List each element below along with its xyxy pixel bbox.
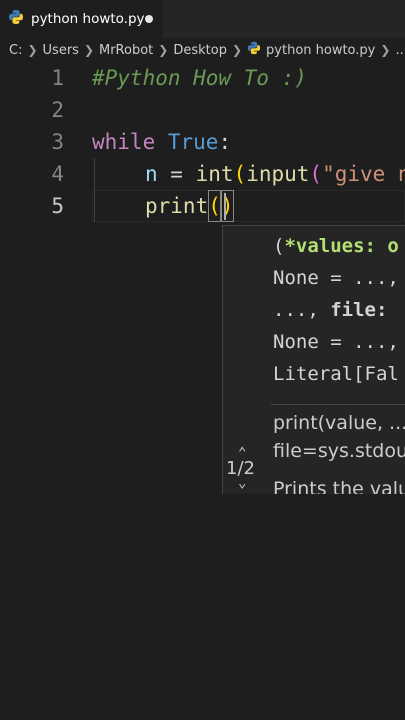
signature-line: None = ..., [273, 267, 399, 289]
code-line-5[interactable]: print() [145, 190, 234, 222]
breadcrumb-desktop[interactable]: Desktop [173, 43, 227, 58]
variable-token: n [145, 162, 158, 186]
doc-line: Prints the value [273, 478, 405, 494]
python-file-icon [8, 9, 24, 29]
bracket-token: ( [233, 162, 247, 186]
line-number: 3 [51, 130, 64, 154]
signature-line: Literal[Fal [273, 363, 399, 385]
close-paren-token: ) [220, 190, 234, 222]
divider [271, 404, 405, 405]
function-token: int [195, 162, 234, 186]
keyword-token: while [92, 130, 156, 154]
editor-tab-python-howto[interactable]: python howto.py [0, 0, 163, 38]
breadcrumb-mrrobot[interactable]: MrRobot [99, 43, 153, 58]
breadcrumb-drive[interactable]: C: [9, 43, 22, 58]
bracket-token: ( [309, 162, 323, 186]
breadcrumb-users[interactable]: Users [43, 43, 79, 58]
constant-token: True [167, 130, 219, 154]
breadcrumb-filename: python howto.py [266, 42, 376, 58]
doc-line: print(value, ... [273, 412, 405, 434]
unsaved-dot-icon[interactable] [145, 15, 153, 23]
text-cursor [224, 193, 226, 220]
code-line-1[interactable]: #Python How To :) [92, 62, 307, 94]
sig-paren: ( [273, 235, 285, 257]
function-token: input [246, 162, 310, 186]
tab-filename: python howto.py [31, 11, 145, 27]
code-line-4[interactable]: n = int(input("give n [145, 158, 405, 190]
chevron-right-icon: ❯ [83, 43, 94, 57]
breadcrumb-file[interactable]: python howto.py [247, 41, 375, 59]
signature-line: (*values: o [273, 230, 399, 262]
line-number: 1 [51, 66, 64, 90]
line-number-active: 5 [51, 194, 64, 218]
string-token: "give n [322, 162, 405, 186]
breadcrumb-more[interactable]: ... [395, 43, 405, 58]
doc-line: file=sys.stdout [273, 440, 405, 462]
signature-nav: ⌃ 1/2 ⌄ [223, 226, 271, 494]
chevron-right-icon: ❯ [27, 43, 38, 57]
chevron-right-icon: ❯ [158, 43, 169, 57]
open-paren-token: ( [208, 190, 221, 222]
signature-help-popup[interactable]: ⌃ 1/2 ⌄ (*values: o None = ..., ..., fil… [222, 225, 405, 494]
sig-param-file: file: [330, 299, 388, 321]
signature-line: ..., file: [273, 294, 387, 326]
function-token: print [145, 194, 209, 218]
line-number: 4 [51, 162, 64, 186]
chevron-right-icon: ❯ [380, 43, 391, 57]
python-file-icon [247, 41, 261, 59]
editor-tab-bar: python howto.py [0, 0, 405, 38]
breadcrumb: C: ❯ Users ❯ MrRobot ❯ Desktop ❯ python … [0, 38, 405, 62]
operator-token: = [157, 162, 196, 186]
chevron-right-icon: ❯ [231, 43, 243, 57]
signature-line: None = ..., [273, 331, 399, 353]
line-number: 2 [51, 98, 64, 122]
active-parameter: *values: o [284, 235, 399, 257]
colon-token: : [218, 130, 232, 154]
code-line-3[interactable]: while True: [92, 126, 231, 158]
sig-text: ..., [273, 299, 331, 321]
comment-token: #Python How To :) [92, 66, 307, 90]
chevron-down-icon[interactable]: ⌄ [238, 476, 246, 490]
